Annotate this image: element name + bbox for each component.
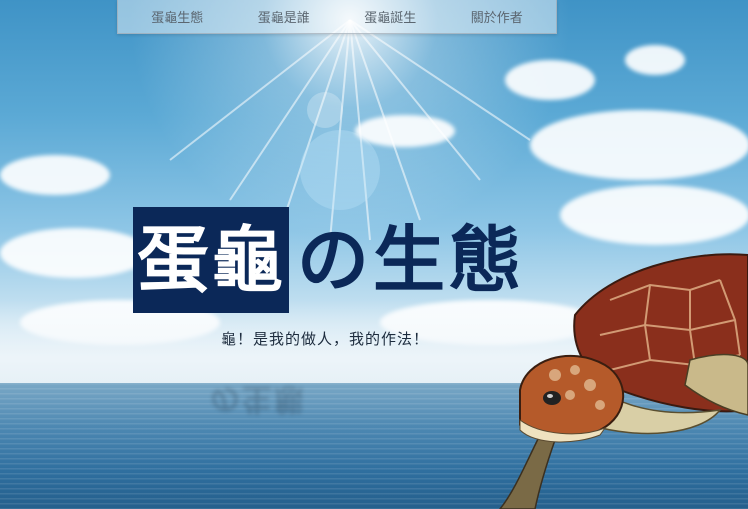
title-highlight-box: 蛋龜 <box>133 207 290 313</box>
hero-title: 蛋龜 の生態 <box>133 207 525 313</box>
cloud <box>0 155 110 195</box>
nav-item-ecology[interactable]: 蛋龜生態 <box>143 3 211 30</box>
nav-item-birth[interactable]: 蛋龜誕生 <box>356 3 424 30</box>
cloud <box>355 115 455 147</box>
cloud <box>625 45 685 75</box>
title-highlight-text: 蛋龜 <box>137 218 286 302</box>
cloud <box>530 110 748 180</box>
hero-subtitle: 龜！是我的做人，我的作法！ <box>221 330 430 348</box>
nav-item-who[interactable]: 蛋龜是誰 <box>250 3 318 30</box>
sea-turtle-image <box>499 253 748 509</box>
title-reflection: の生態 <box>210 381 306 416</box>
cloud <box>560 185 748 245</box>
nav-item-about-author[interactable]: 關於作者 <box>463 3 531 30</box>
top-navbar: 蛋龜生態 蛋龜是誰 蛋龜誕生 關於作者 <box>117 0 557 34</box>
cloud <box>505 60 595 100</box>
cloud <box>0 228 150 278</box>
